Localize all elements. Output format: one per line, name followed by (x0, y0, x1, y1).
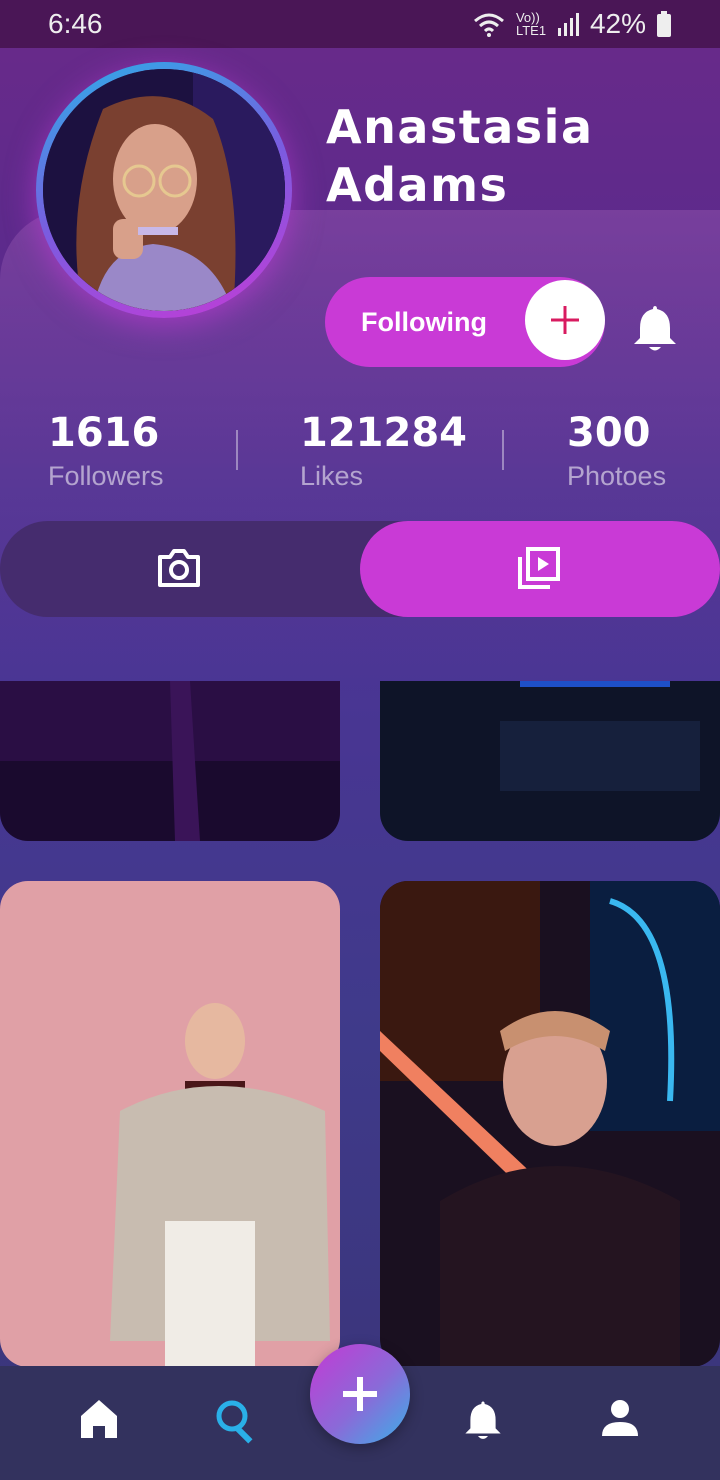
media-thumbnail (0, 681, 340, 841)
create-post-button[interactable] (310, 1344, 410, 1444)
avatar[interactable] (36, 62, 292, 318)
notification-bell-button[interactable] (630, 302, 680, 359)
battery-percent: 42% (589, 8, 646, 39)
media-tab-toggle (0, 521, 720, 617)
stat-value: 300 (567, 410, 651, 456)
video-library-icon (518, 547, 560, 589)
bell-icon (465, 1401, 501, 1439)
divider (502, 430, 504, 470)
nav-notifications[interactable] (462, 1398, 504, 1447)
signal-icon (557, 13, 579, 36)
following-label: Following (361, 306, 487, 337)
home-icon (81, 1400, 117, 1438)
stat-label: Followers (48, 461, 164, 491)
avatar-photo (43, 69, 285, 311)
stat-label: Likes (300, 461, 364, 491)
network-label: Vo)) LTE1 (515, 10, 547, 38)
media-thumbnail (0, 881, 340, 1367)
wifi-icon (473, 13, 504, 37)
stat-likes[interactable]: 121284 Likes (300, 410, 467, 496)
profile-name: Anastasia Adams (326, 98, 594, 214)
following-button[interactable]: Following (325, 277, 605, 367)
media-tile[interactable] (0, 681, 340, 841)
media-tile[interactable] (0, 881, 340, 1367)
media-thumbnail (380, 681, 720, 841)
nav-home[interactable] (79, 1398, 119, 1445)
profile-stats: 1616 Followers 121284 Likes 300 Photoes (0, 410, 720, 500)
status-time: 6:46 (48, 8, 103, 39)
stat-value: 121284 (300, 410, 467, 456)
media-tile[interactable] (380, 681, 720, 841)
tab-photos[interactable] (156, 547, 202, 594)
status-bar: 6:46 Vo)) LTE1 42% (0, 0, 720, 48)
tab-videos[interactable] (360, 521, 720, 617)
bell-icon (634, 306, 676, 351)
battery-icon (657, 11, 671, 37)
search-icon (216, 1400, 253, 1444)
stat-label: Photoes (567, 461, 667, 491)
camera-icon (158, 549, 200, 587)
profile-last-name: Adams (326, 158, 509, 212)
nav-search[interactable] (214, 1398, 260, 1449)
plus-icon (551, 306, 579, 334)
add-button[interactable] (525, 280, 605, 360)
divider (236, 430, 238, 470)
stat-followers[interactable]: 1616 Followers (48, 410, 164, 496)
media-tile[interactable] (380, 881, 720, 1367)
profile-first-name: Anastasia (326, 100, 594, 154)
plus-icon (343, 1377, 377, 1411)
nav-profile[interactable] (600, 1398, 640, 1443)
media-thumbnail (380, 881, 720, 1367)
stat-value: 1616 (48, 410, 160, 456)
stat-photos[interactable]: 300 Photoes (567, 410, 666, 496)
person-icon (602, 1400, 638, 1436)
